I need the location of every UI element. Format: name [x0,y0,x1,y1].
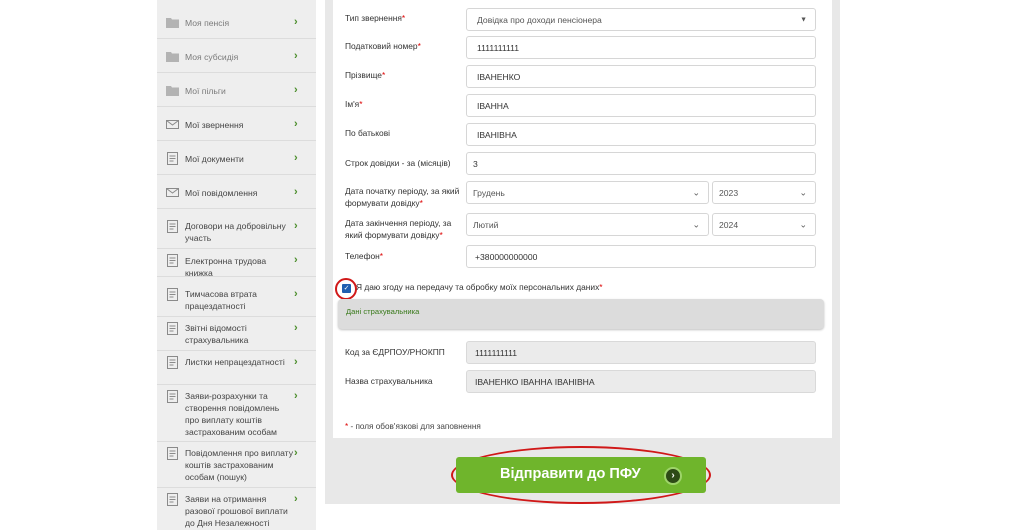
document-icon [167,288,178,301]
divider [157,248,316,249]
sidebar-item-label: Договори на добровільну участь [185,221,286,243]
divider [157,350,316,351]
term-field[interactable]: 3 [466,152,816,175]
insurer-code-label: Код за ЄДРПОУ/РНОКПП [345,347,445,357]
chevron-right-icon: › [294,220,298,232]
insurer-code-field: 1111111111 [466,341,816,364]
divider [157,38,316,39]
consent-label: Я даю згоду на передачу та обробку моїх … [356,282,603,292]
arrow-right-icon: › [664,467,682,485]
folder-icon [166,52,179,62]
phone-field[interactable]: +380000000000 [466,245,816,268]
chevron-right-icon: › [294,390,298,402]
patronymic-label: По батькові [345,128,391,138]
submit-to-pfu-button[interactable]: Відправити до ПФУ › [456,457,706,493]
divider [157,72,316,73]
chevron-right-icon: › [294,50,298,62]
submit-label: Відправити до ПФУ [500,466,641,482]
folder-icon [166,18,179,28]
divider [157,487,316,488]
chevron-down-icon: ⌄ [799,219,807,229]
required-fields-note: * - поля обов'язкові для заповнення [345,422,481,431]
request-type-label: Тип звернення* [345,13,406,23]
document-icon [167,356,178,369]
insurer-section-header[interactable]: Дані страхувальника [338,299,824,329]
envelope-icon [166,120,179,129]
sidebar-item-label: Моя субсидія [185,52,239,62]
period-end-label: Дата закінчення періоду, за який формува… [345,218,452,240]
surname-field[interactable]: ІВАНЕНКО [466,65,816,88]
name-label: Ім'я* [345,99,363,109]
chevron-right-icon: › [294,118,298,130]
chevron-right-icon: › [294,493,298,505]
chevron-right-icon: › [294,186,298,198]
divider [157,276,316,277]
period-start-year-select[interactable]: 2023 ⌄ [712,181,816,204]
period-end-year-select[interactable]: 2024 ⌄ [712,213,816,236]
sidebar-item-label: Мої документи [185,154,244,164]
chevron-right-icon: › [294,16,298,28]
divider [157,174,316,175]
sidebar-item-label: Звітні відомості страхувальника [185,323,249,345]
phone-label: Телефон* [345,251,384,261]
sidebar-item-label: Моя пенсія [185,18,230,28]
tax-number-label: Податковий номер* [345,41,421,51]
sidebar-item-label: Листки непрацездатності [185,357,285,367]
surname-label: Прізвище* [345,70,386,80]
chevron-right-icon: › [294,356,298,368]
sidebar-item-label: Повідомлення про виплату коштів застрахо… [185,448,294,482]
sidebar-item-label: Мої пільги [185,86,226,96]
caret-down-icon: ▼ [800,16,807,23]
document-icon [167,254,178,267]
chevron-down-icon: ⌄ [692,219,700,229]
chevron-down-icon: ⌄ [799,187,807,197]
chevron-right-icon: › [294,152,298,164]
term-label: Строк довідки - за (місяців) [345,158,451,168]
tax-number-field[interactable]: 1111111111 [466,36,816,59]
insurer-name-label: Назва страхувальника [345,376,433,386]
envelope-icon [166,188,179,197]
document-icon [167,493,178,506]
patronymic-field[interactable]: ІВАНІВНА [466,123,816,146]
chevron-right-icon: › [294,447,298,459]
consent-checkbox[interactable]: ✓ [342,284,351,293]
period-start-label: Дата початку періоду, за який формувати … [345,186,460,208]
divider [157,384,316,385]
document-icon [167,152,178,165]
chevron-right-icon: › [294,288,298,300]
chevron-down-icon: ⌄ [692,187,700,197]
document-icon [167,390,178,403]
document-icon [167,322,178,335]
request-type-value: Довідка про доходи пенсіонера [477,14,602,25]
divider [157,208,316,209]
sidebar-item-label: Заяви-розрахунки та створення повідомлен… [185,391,280,437]
divider [157,140,316,141]
period-end-month-select[interactable]: Лютий ⌄ [466,213,709,236]
request-type-select[interactable]: Довідка про доходи пенсіонера ▼ [466,8,816,31]
insurer-name-field: ІВАНЕНКО ІВАННА ІВАНІВНА [466,370,816,393]
sidebar-item-label: Тимчасова втрата працездатності [185,289,257,311]
name-field[interactable]: ІВАННА [466,94,816,117]
document-icon [167,447,178,460]
chevron-right-icon: › [294,84,298,96]
sidebar-item-label: Заяви на отримання разової грошової випл… [185,494,288,528]
folder-icon [166,86,179,96]
divider [157,441,316,442]
chevron-right-icon: › [294,254,298,266]
sidebar-item-label: Мої звернення [185,120,244,130]
chevron-right-icon: › [294,322,298,334]
insurer-section-title: Дані страхувальника [346,307,420,316]
sidebar-item-label: Мої повідомлення [185,188,258,198]
sidebar: Моя пенсія › Моя субсидія › Мої пільги ›… [157,0,316,530]
divider [157,316,316,317]
document-icon [167,220,178,233]
period-start-month-select[interactable]: Грудень ⌄ [466,181,709,204]
divider [157,106,316,107]
